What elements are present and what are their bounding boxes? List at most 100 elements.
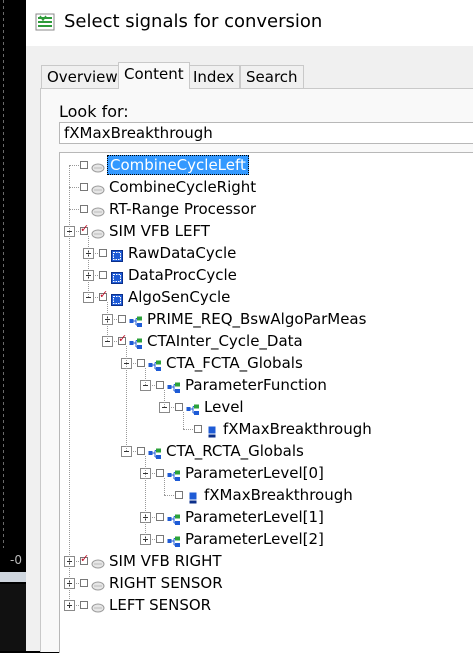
tree-node-label[interactable]: SIM VFB LEFT — [107, 221, 212, 241]
window-title: Select signals for conversion — [64, 11, 323, 32]
node-checkbox[interactable]: ✓ — [118, 332, 128, 345]
node-checkbox[interactable] — [80, 161, 88, 169]
node-checkbox[interactable]: ✓ — [99, 288, 109, 301]
node-checkbox[interactable] — [80, 579, 88, 587]
tab-search[interactable]: Search — [240, 65, 304, 88]
tree-guide-line — [69, 165, 70, 605]
tree-guide-line — [164, 478, 165, 495]
node-checkbox[interactable]: ✓ — [80, 222, 90, 235]
tree-node-label[interactable]: RT-Range Processor — [107, 199, 258, 219]
tree-guide-line — [183, 412, 184, 429]
node-checkbox[interactable]: ✓ — [80, 552, 90, 565]
tree-node-label[interactable]: fXMaxBreakthrough — [221, 419, 374, 439]
tree-node-label[interactable]: ParameterLevel[1] — [183, 507, 326, 527]
tree-node-label[interactable]: ParameterLevel[2] — [183, 529, 326, 549]
tree-node[interactable]: ✓ AlgoSenCycle — [60, 287, 473, 307]
tree-node-label[interactable]: RawDataCycle — [126, 243, 238, 263]
struct-icon — [129, 335, 143, 349]
tree-node[interactable]: DataProcCycle — [60, 265, 473, 285]
node-checkbox[interactable] — [156, 513, 164, 521]
tree-node-label[interactable]: Level — [202, 397, 246, 417]
node-checkbox[interactable] — [80, 183, 88, 191]
cycle-icon — [91, 225, 105, 239]
tree-node[interactable]: CombineCycleLeft — [60, 155, 473, 175]
node-checkbox[interactable] — [99, 271, 107, 279]
check-mark-icon: ✓ — [99, 288, 109, 301]
cycle-icon — [91, 159, 105, 173]
tab-content[interactable]: Content — [118, 62, 190, 89]
struct-icon — [167, 533, 181, 547]
tree-node-label[interactable]: PRIME_REQ_BswAlgoParMeas — [145, 309, 368, 329]
tree-node[interactable]: ParameterLevel[2] — [60, 529, 473, 549]
node-checkbox[interactable] — [137, 359, 145, 367]
tree-node-label[interactable]: SIM VFB RIGHT — [107, 551, 224, 571]
tree-node[interactable]: ✓ SIM VFB RIGHT — [60, 551, 473, 571]
content-panel: Look for: CombineCycleLeftCombineCycleRi… — [40, 88, 473, 653]
node-checkbox[interactable] — [194, 425, 202, 433]
tree-guide-line — [88, 236, 89, 297]
tree-node-label[interactable]: CTA_FCTA_Globals — [164, 353, 305, 373]
look-for-input[interactable] — [59, 122, 473, 144]
node-checkbox[interactable] — [175, 491, 183, 499]
tree-node[interactable]: RIGHT SENSOR — [60, 573, 473, 593]
node-checkbox[interactable] — [156, 535, 164, 543]
struct-icon — [186, 401, 200, 415]
tree-node-label[interactable]: AlgoSenCycle — [126, 287, 232, 307]
module-icon — [110, 291, 124, 306]
node-checkbox[interactable] — [80, 601, 88, 609]
tree-node[interactable]: RawDataCycle — [60, 243, 473, 263]
struct-icon — [129, 313, 143, 327]
tree-guide-line — [145, 368, 146, 385]
node-checkbox[interactable] — [99, 249, 107, 257]
tree-guide-line — [145, 456, 146, 539]
check-mark-icon: ✓ — [118, 332, 128, 345]
cycle-icon — [91, 181, 105, 195]
tree-node[interactable]: ParameterLevel[0] — [60, 463, 473, 483]
tree-node-label[interactable]: fXMaxBreakthrough — [202, 485, 355, 505]
tree-node-label[interactable]: CTA_RCTA_Globals — [164, 441, 306, 461]
tree-node-label[interactable]: RIGHT SENSOR — [107, 573, 225, 593]
tree-node-label[interactable]: DataProcCycle — [126, 265, 239, 285]
tree-node[interactable]: RT-Range Processor — [60, 199, 473, 219]
tree-node-label[interactable]: LEFT SENSOR — [107, 595, 213, 615]
tree-node-label[interactable]: ParameterLevel[0] — [183, 463, 326, 483]
look-for-label: Look for: — [59, 102, 129, 121]
tree-node[interactable]: PRIME_REQ_BswAlgoParMeas — [60, 309, 473, 329]
signal-icon — [205, 423, 219, 438]
tree-node-label[interactable]: CombineCycleLeft — [107, 155, 249, 175]
struct-icon — [167, 379, 181, 393]
tree-node-label[interactable]: CombineCycleRight — [107, 177, 258, 197]
background-strip — [0, 572, 26, 582]
tree-node[interactable]: LEFT SENSOR — [60, 595, 473, 615]
tree-node[interactable]: fXMaxBreakthrough — [60, 419, 473, 439]
tab-overview[interactable]: Overview — [41, 65, 124, 88]
tree-guide-line — [164, 390, 165, 407]
tree-node[interactable]: CombineCycleRight — [60, 177, 473, 197]
check-mark-icon: ✓ — [80, 552, 90, 565]
tree-node-label[interactable]: ParameterFunction — [183, 375, 329, 395]
tab-index[interactable]: Index — [187, 65, 241, 88]
module-icon — [110, 269, 124, 284]
title-bar[interactable]: Select signals for conversion — [26, 0, 473, 46]
tree-node[interactable]: CTA_FCTA_Globals — [60, 353, 473, 373]
node-checkbox[interactable] — [137, 447, 145, 455]
tree-node-label[interactable]: CTAInter_Cycle_Data — [145, 331, 305, 351]
node-checkbox[interactable] — [118, 315, 126, 323]
cycle-icon — [91, 599, 105, 613]
tree-node[interactable]: Level — [60, 397, 473, 417]
cycle-icon — [91, 577, 105, 591]
tree-node[interactable]: CTA_RCTA_Globals — [60, 441, 473, 461]
tree-node[interactable]: ParameterLevel[1] — [60, 507, 473, 527]
signal-icon — [186, 489, 200, 504]
node-checkbox[interactable] — [156, 469, 164, 477]
check-mark-icon: ✓ — [80, 222, 90, 235]
node-checkbox[interactable] — [80, 205, 88, 213]
tree-node[interactable]: ParameterFunction — [60, 375, 473, 395]
node-checkbox[interactable] — [156, 381, 164, 389]
tree-node[interactable]: ✓ SIM VFB LEFT — [60, 221, 473, 241]
node-checkbox[interactable] — [175, 403, 183, 411]
signal-tree[interactable]: CombineCycleLeft CombineCycleRight RT-Rang… — [59, 152, 473, 653]
tree-node[interactable]: ✓ CTAInter_Cycle_Data — [60, 331, 473, 351]
background-stub-text: -0 — [10, 553, 22, 567]
tree-node[interactable]: fXMaxBreakthrough — [60, 485, 473, 505]
